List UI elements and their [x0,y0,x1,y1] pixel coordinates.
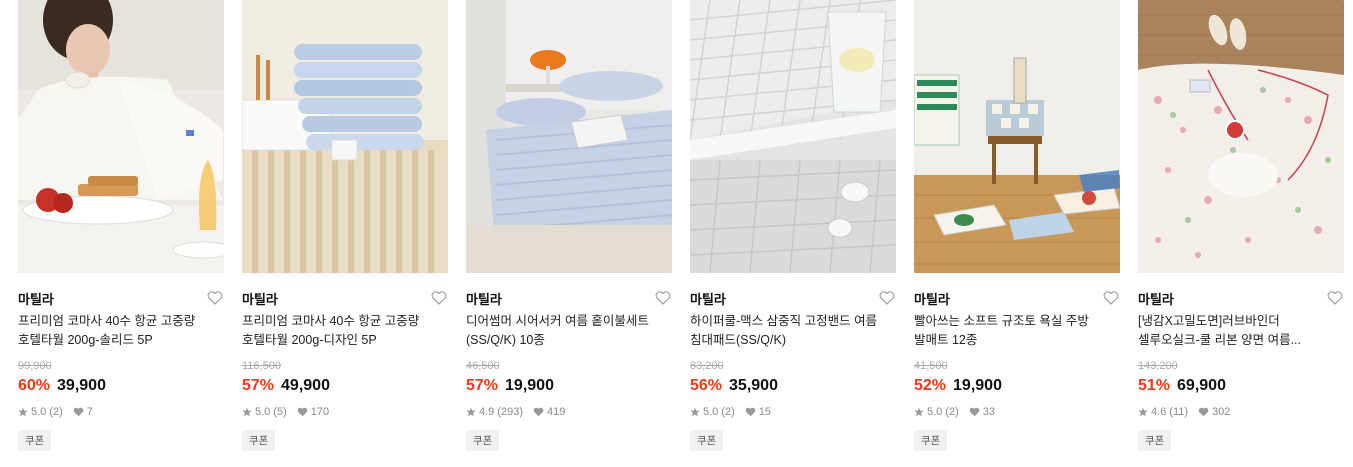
product-card[interactable]: 마틸라 빨아쓰는 소프트 규조토 욕실 주방 발매트 12종 41,500 52… [914,0,1120,451]
product-title[interactable]: [냉감X고밀도면]러브바인더 셀루오실크-쿨 리본 양면 여름... [1138,312,1344,350]
sale-price: 39,900 [57,377,106,394]
bath-mat-photo [914,0,1120,273]
discount-rate: 51% [1138,377,1171,394]
product-stats: 4.9 (293) 419 [466,405,672,419]
product-image[interactable] [914,0,1120,273]
product-card[interactable]: 마틸라 하이퍼쿨-맥스 삼중직 고정밴드 여름 침대패드(SS/Q/K) 83,… [690,0,896,451]
heart-icon[interactable] [654,290,672,306]
product-image[interactable] [690,0,896,273]
like-heart-icon [1198,407,1209,417]
discount-rate: 60% [18,377,51,394]
product-card[interactable]: 마틸라 프리미엄 코마사 40수 항균 고중량 호텔타월 200g-솔리드 5P… [18,0,224,451]
towel-stack-photo [242,0,448,273]
like-heart-icon [297,407,308,417]
product-card[interactable]: 마틸라 프리미엄 코마사 40수 항균 고중량 호텔타월 200g-디자인 5P… [242,0,448,451]
product-title[interactable]: 빨아쓰는 소프트 규조토 욕실 주방 발매트 12종 [914,312,1120,350]
discount-rate: 56% [690,377,723,394]
discount-rate: 57% [466,377,499,394]
star-icon [690,407,700,417]
brand-name[interactable]: 마틸라 [242,289,278,308]
product-title[interactable]: 하이퍼쿨-맥스 삼중직 고정밴드 여름 침대패드(SS/Q/K) [690,312,896,350]
product-card[interactable]: 마틸라 [냉감X고밀도면]러브바인더 셀루오실크-쿨 리본 양면 여름... 1… [1138,0,1344,451]
product-image[interactable] [18,0,224,273]
discount-rate: 57% [242,377,275,394]
like-heart-icon [969,407,980,417]
heart-icon[interactable] [1326,290,1344,306]
heart-icon[interactable] [1102,290,1120,306]
like-count: 170 [310,406,330,418]
star-icon [1138,407,1148,417]
brand-name[interactable]: 마틸라 [466,289,502,308]
product-stats: 5.0 (2) 15 [690,405,896,419]
rating: 5.0 [703,406,719,418]
sale-price: 49,900 [281,377,330,394]
product-stats: 5.0 (5) 170 [242,405,448,419]
product-image[interactable] [466,0,672,273]
rating: 4.9 [479,406,495,418]
sale-price: 35,900 [729,377,778,394]
product-stats: 5.0 (2) 33 [914,405,1120,419]
review-count: (2) [49,406,63,418]
original-price: 83,200 [690,360,724,372]
floral-blanket-photo [1138,0,1344,273]
original-price: 99,900 [18,360,52,372]
product-image[interactable] [1138,0,1344,273]
product-title[interactable]: 디어썸머 시어서커 여름 홑이불세트 (SS/Q/K) 10종 [466,312,672,350]
rating: 4.6 [1151,406,1167,418]
like-heart-icon [745,407,756,417]
heart-icon[interactable] [206,290,224,306]
coupon-badge: 쿠폰 [690,430,724,451]
review-count: (2) [945,406,959,418]
like-count: 7 [86,406,93,418]
sale-price: 19,900 [953,377,1002,394]
review-count: (293) [497,406,523,418]
discount-rate: 52% [914,377,947,394]
original-price: 41,500 [914,360,948,372]
review-count: (11) [1169,406,1189,418]
coupon-badge: 쿠폰 [1138,430,1172,451]
coupon-badge: 쿠폰 [466,430,500,451]
like-count: 15 [758,406,771,418]
sale-price: 69,900 [1177,377,1226,394]
brand-name[interactable]: 마틸라 [690,289,726,308]
star-icon [914,407,924,417]
rating: 5.0 [255,406,271,418]
like-heart-icon [73,407,84,417]
brand-name[interactable]: 마틸라 [914,289,950,308]
product-grid: 마틸라 프리미엄 코마사 40수 항균 고중량 호텔타월 200g-솔리드 5P… [18,0,1344,451]
cooling-pad-photo [690,0,896,273]
heart-icon[interactable] [430,290,448,306]
like-heart-icon [533,407,544,417]
like-count: 302 [1212,406,1231,418]
original-price: 46,500 [466,360,500,372]
towel-model-photo [18,0,224,273]
product-image[interactable] [242,0,448,273]
star-icon [242,407,252,417]
heart-icon[interactable] [878,290,896,306]
like-count: 419 [546,406,566,418]
star-icon [18,407,28,417]
product-title[interactable]: 프리미엄 코마사 40수 항균 고중량 호텔타월 200g-솔리드 5P [18,312,224,350]
product-title[interactable]: 프리미엄 코마사 40수 항균 고중량 호텔타월 200g-디자인 5P [242,312,448,350]
original-price: 116,500 [242,360,281,372]
bedding-photo [466,0,672,273]
brand-name[interactable]: 마틸라 [18,289,54,308]
rating: 5.0 [31,406,47,418]
like-count: 33 [982,406,995,418]
brand-name[interactable]: 마틸라 [1138,289,1174,308]
rating: 5.0 [927,406,943,418]
star-icon [466,407,476,417]
review-count: (2) [721,406,735,418]
sale-price: 19,900 [505,377,554,394]
coupon-badge: 쿠폰 [18,430,52,451]
product-stats: 4.6 (11) 302 [1138,405,1344,419]
product-card[interactable]: 마틸라 디어썸머 시어서커 여름 홑이불세트 (SS/Q/K) 10종 46,5… [466,0,672,451]
product-stats: 5.0 (2) 7 [18,405,224,419]
original-price: 143,200 [1138,360,1178,372]
coupon-badge: 쿠폰 [242,430,276,451]
coupon-badge: 쿠폰 [914,430,948,451]
review-count: (5) [273,406,287,418]
